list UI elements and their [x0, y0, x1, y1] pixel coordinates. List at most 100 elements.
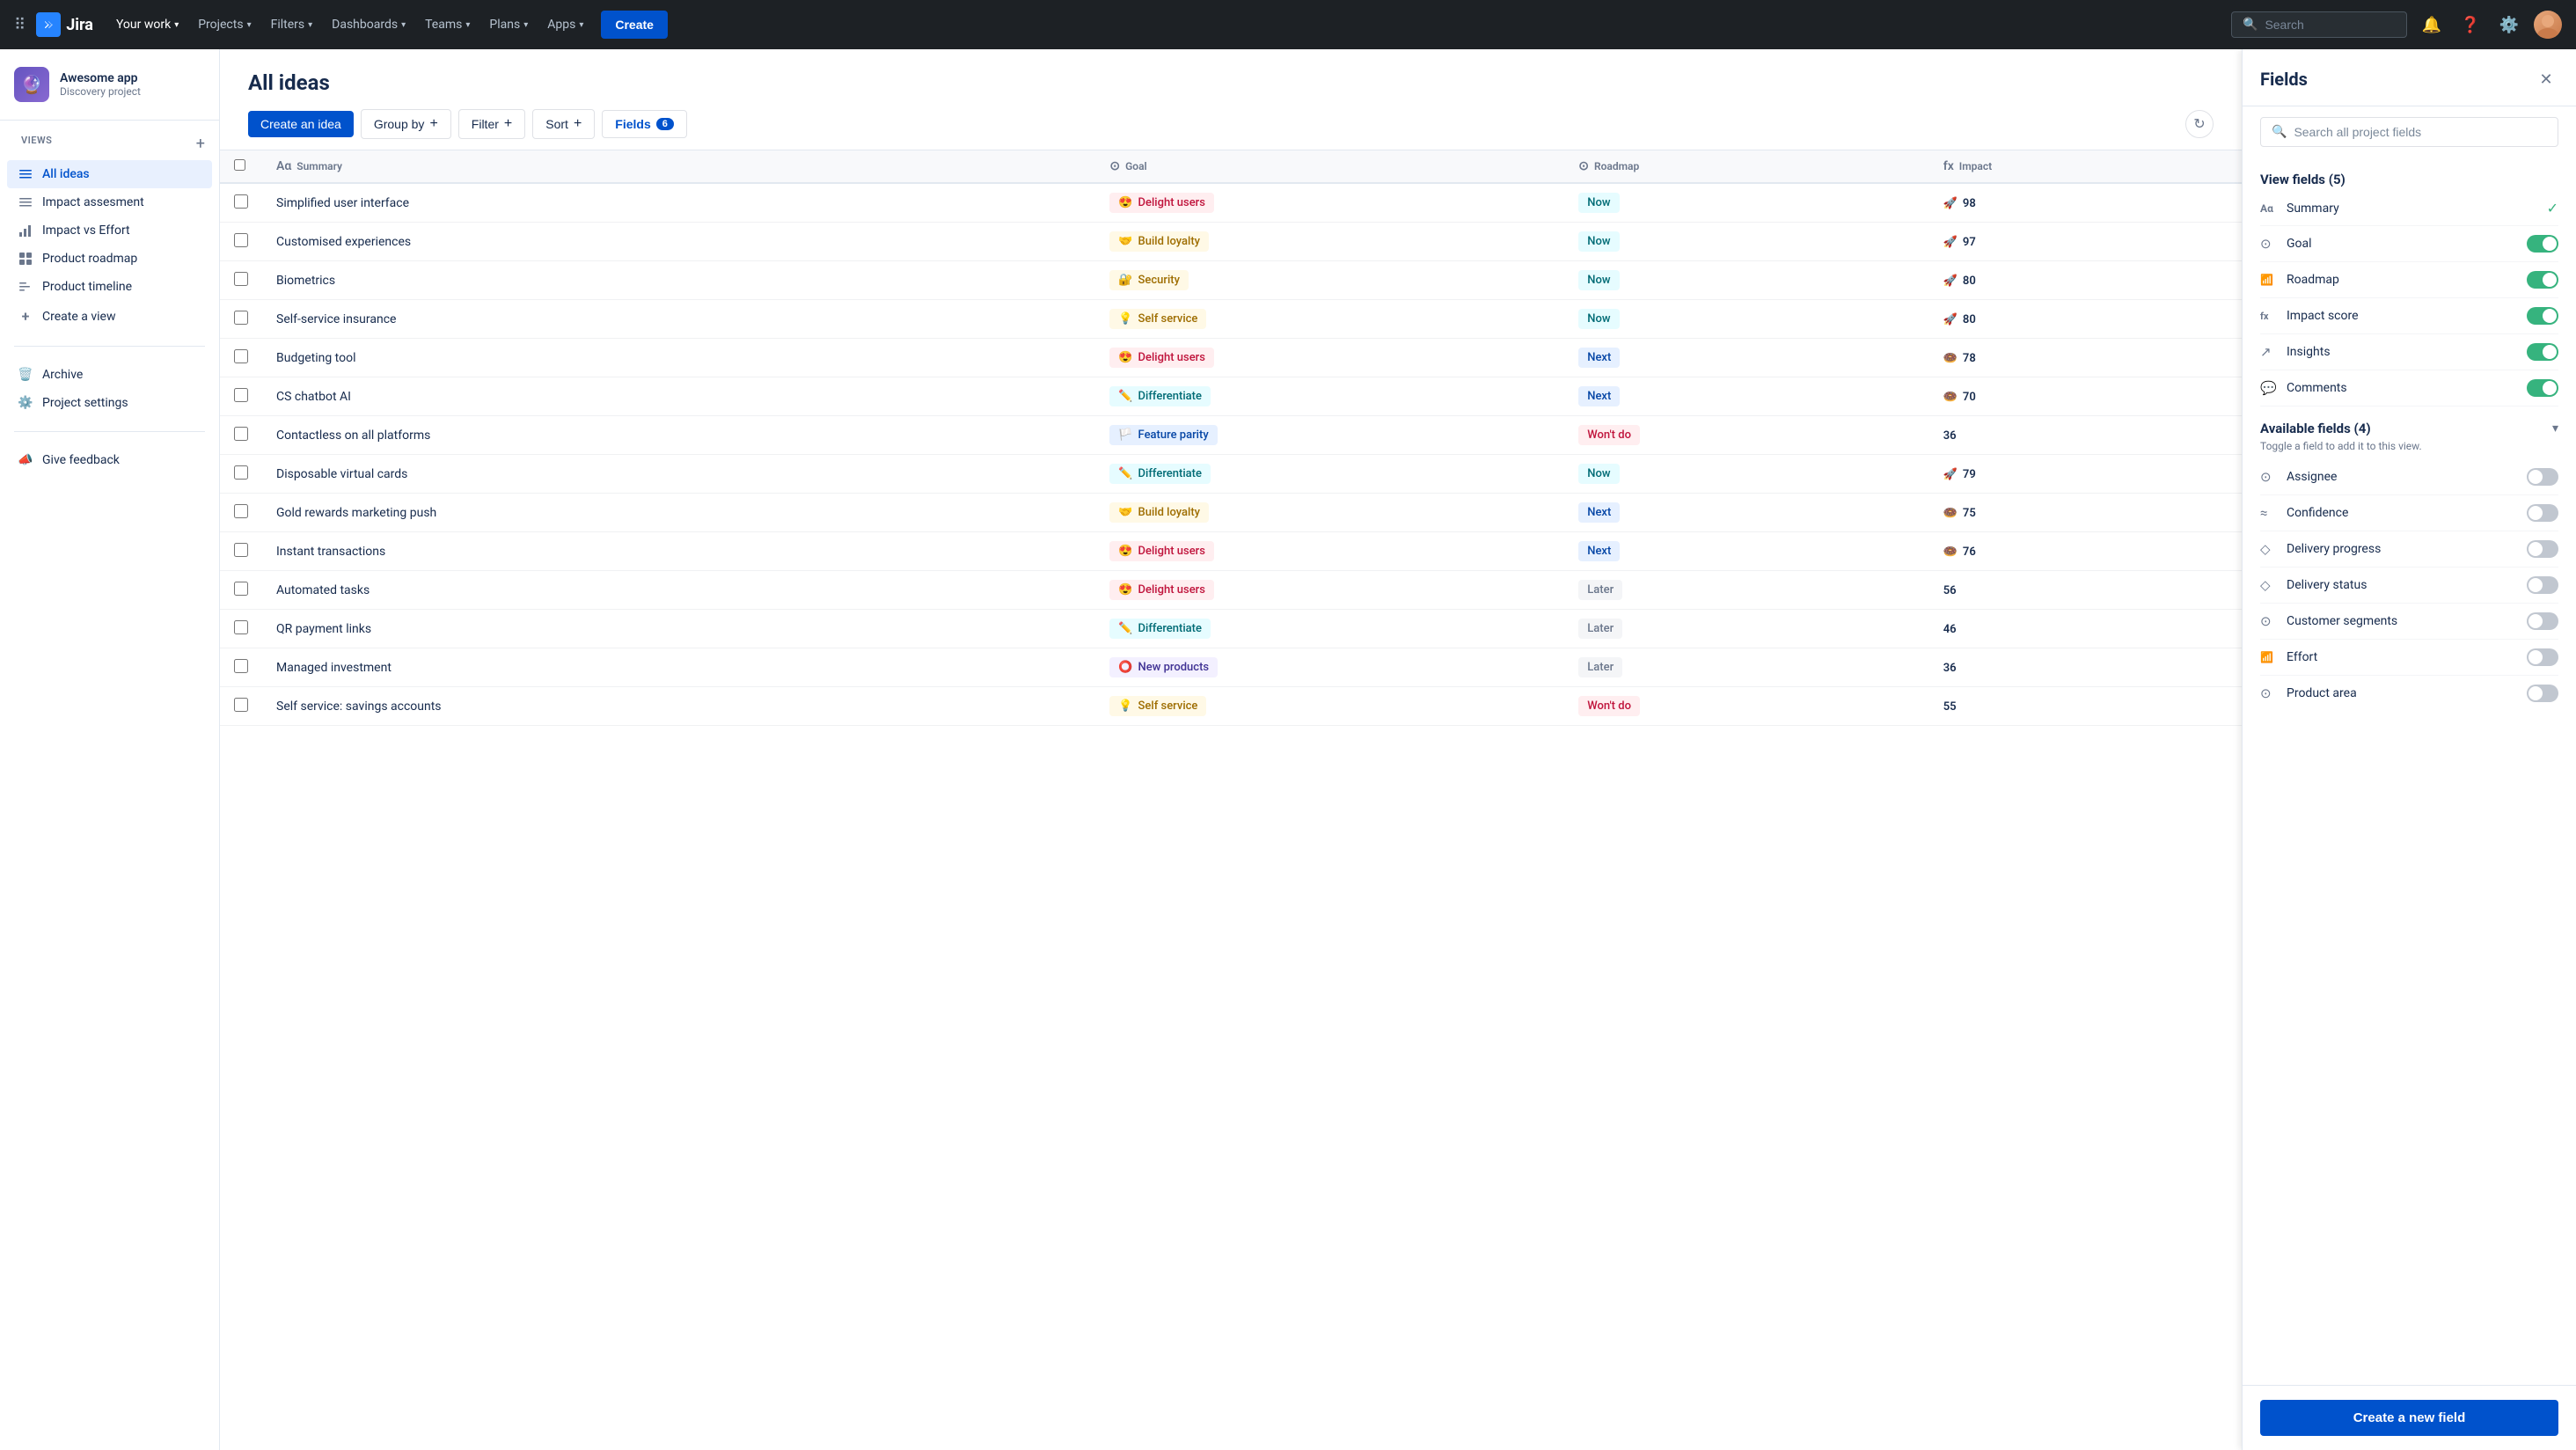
- goal-badge[interactable]: 🤝 Build loyalty: [1109, 502, 1209, 523]
- row-checkbox[interactable]: [234, 388, 248, 402]
- roadmap-badge[interactable]: Now: [1578, 193, 1619, 213]
- goal-badge[interactable]: 💡 Self service: [1109, 309, 1206, 329]
- goal-badge[interactable]: 🔐 Security: [1109, 270, 1189, 290]
- insights-toggle[interactable]: [2527, 343, 2558, 361]
- row-checkbox[interactable]: [234, 543, 248, 557]
- roadmap-badge[interactable]: Now: [1578, 231, 1619, 252]
- impact-icon: 🍩: [1943, 507, 1958, 520]
- project-info: Awesome app Discovery project: [60, 71, 141, 98]
- fields-search[interactable]: 🔍: [2260, 117, 2558, 147]
- fields-search-input[interactable]: [2294, 125, 2547, 139]
- impact-toggle[interactable]: [2527, 307, 2558, 325]
- row-checkbox[interactable]: [234, 504, 248, 518]
- nav-dashboards[interactable]: Dashboards ▾: [323, 12, 414, 37]
- roadmap-badge[interactable]: Won't do: [1578, 696, 1640, 716]
- create-new-field-button[interactable]: Create a new field: [2260, 1400, 2558, 1436]
- row-checkbox[interactable]: [234, 620, 248, 634]
- grid-icon[interactable]: ⠿: [14, 16, 26, 34]
- row-goal-cell: 😍 Delight users: [1095, 183, 1564, 223]
- roadmap-badge[interactable]: Now: [1578, 309, 1619, 329]
- row-checkbox[interactable]: [234, 659, 248, 673]
- goal-badge[interactable]: 😍 Delight users: [1109, 348, 1214, 368]
- nav-plans[interactable]: Plans ▾: [480, 12, 537, 37]
- roadmap-toggle[interactable]: [2527, 271, 2558, 289]
- goal-badge[interactable]: ✏️ Differentiate: [1109, 619, 1211, 639]
- goal-badge[interactable]: 😍 Delight users: [1109, 193, 1214, 213]
- roadmap-badge[interactable]: Later: [1578, 619, 1622, 639]
- sort-button[interactable]: Sort +: [532, 109, 595, 139]
- collapse-available-icon[interactable]: ▾: [2552, 421, 2558, 436]
- impact-value: 75: [1963, 507, 1976, 520]
- row-checkbox[interactable]: [234, 311, 248, 325]
- goal-badge[interactable]: ✏️ Differentiate: [1109, 386, 1211, 406]
- close-fields-button[interactable]: ✕: [2534, 67, 2558, 92]
- global-search[interactable]: 🔍: [2231, 11, 2407, 38]
- add-view-icon[interactable]: +: [196, 135, 205, 153]
- roadmap-badge[interactable]: Won't do: [1578, 425, 1640, 445]
- project-header[interactable]: 🔮 Awesome app Discovery project: [0, 49, 219, 121]
- effort-toggle[interactable]: [2527, 648, 2558, 666]
- row-checkbox[interactable]: [234, 582, 248, 596]
- search-input[interactable]: [2265, 18, 2388, 32]
- delivery-status-toggle[interactable]: [2527, 576, 2558, 594]
- sidebar-item-project-settings[interactable]: ⚙️ Project settings: [7, 389, 212, 417]
- row-checkbox[interactable]: [234, 698, 248, 712]
- sidebar-item-create-view[interactable]: + Create a view: [7, 301, 212, 332]
- summary-field-label: Summary: [2287, 201, 2538, 216]
- roadmap-badge[interactable]: Next: [1578, 541, 1620, 561]
- create-button[interactable]: Create: [601, 11, 668, 39]
- row-checkbox[interactable]: [234, 465, 248, 480]
- comments-toggle[interactable]: [2527, 379, 2558, 397]
- sidebar-item-impact-assessment[interactable]: Impact assesment: [7, 188, 212, 216]
- assignee-toggle[interactable]: [2527, 468, 2558, 486]
- goal-badge[interactable]: 😍 Delight users: [1109, 541, 1214, 561]
- settings-icon[interactable]: ⚙️: [2495, 11, 2523, 39]
- roadmap-badge[interactable]: Now: [1578, 464, 1619, 484]
- sidebar-item-impact-effort[interactable]: Impact vs Effort: [7, 216, 212, 245]
- row-checkbox[interactable]: [234, 194, 248, 209]
- help-icon[interactable]: ❓: [2456, 11, 2485, 39]
- roadmap-badge[interactable]: Later: [1578, 657, 1622, 677]
- refresh-button[interactable]: ↻: [2185, 110, 2214, 138]
- roadmap-badge[interactable]: Later: [1578, 580, 1622, 600]
- nav-your-work[interactable]: Your work ▾: [107, 12, 187, 37]
- row-checkbox[interactable]: [234, 349, 248, 363]
- select-all-checkbox[interactable]: [234, 159, 245, 171]
- confidence-toggle[interactable]: [2527, 504, 2558, 522]
- notifications-icon[interactable]: 🔔: [2418, 11, 2446, 39]
- roadmap-badge[interactable]: Next: [1578, 502, 1620, 523]
- sidebar-item-all-ideas[interactable]: All ideas: [7, 160, 212, 188]
- row-checkbox[interactable]: [234, 272, 248, 286]
- sidebar-item-feedback[interactable]: 📣 Give feedback: [7, 446, 212, 474]
- user-avatar[interactable]: [2534, 11, 2562, 39]
- sidebar-item-archive[interactable]: 🗑️ Archive: [7, 361, 212, 389]
- goal-badge[interactable]: 🏳️ Feature parity: [1109, 425, 1217, 445]
- row-checkbox[interactable]: [234, 427, 248, 441]
- customer-segments-toggle[interactable]: [2527, 612, 2558, 630]
- goal-badge[interactable]: 😍 Delight users: [1109, 580, 1214, 600]
- nav-filters[interactable]: Filters ▾: [262, 12, 322, 37]
- sidebar-item-product-timeline[interactable]: Product timeline: [7, 273, 212, 301]
- roadmap-badge[interactable]: Next: [1578, 386, 1620, 406]
- goal-toggle[interactable]: [2527, 235, 2558, 253]
- goal-badge[interactable]: 💡 Self service: [1109, 696, 1206, 716]
- fields-button[interactable]: Fields 6: [602, 110, 687, 138]
- delivery-progress-toggle[interactable]: [2527, 540, 2558, 558]
- goal-badge[interactable]: ⭕ New products: [1109, 657, 1218, 677]
- nav-projects[interactable]: Projects ▾: [189, 12, 260, 37]
- nav-apps[interactable]: Apps ▾: [538, 12, 592, 37]
- goal-badge[interactable]: ✏️ Differentiate: [1109, 464, 1211, 484]
- filter-button[interactable]: Filter +: [458, 109, 525, 139]
- group-by-button[interactable]: Group by +: [361, 109, 451, 139]
- roadmap-badge[interactable]: Next: [1578, 348, 1620, 368]
- nav-teams[interactable]: Teams ▾: [416, 12, 479, 37]
- goal-badge[interactable]: 🤝 Build loyalty: [1109, 231, 1209, 252]
- product-area-toggle[interactable]: [2527, 685, 2558, 702]
- available-fields-title: Available fields (4): [2260, 421, 2371, 436]
- roadmap-badge[interactable]: Now: [1578, 270, 1619, 290]
- logo[interactable]: Jira: [36, 12, 93, 37]
- row-checkbox[interactable]: [234, 233, 248, 247]
- row-roadmap-cell: Later: [1564, 610, 1928, 648]
- sidebar-item-product-roadmap[interactable]: Product roadmap: [7, 245, 212, 273]
- create-idea-button[interactable]: Create an idea: [248, 111, 354, 137]
